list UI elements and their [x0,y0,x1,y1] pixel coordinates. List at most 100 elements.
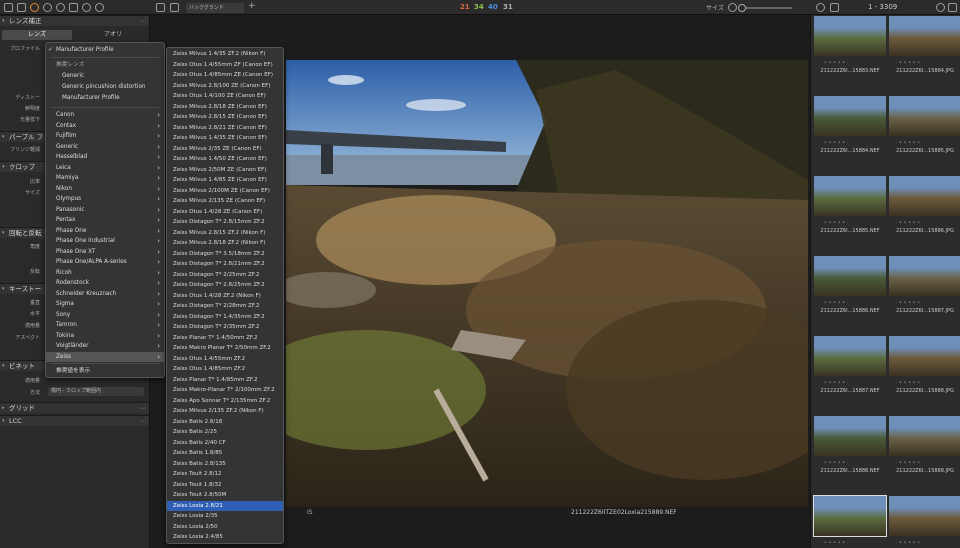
adjust-icon[interactable] [69,3,78,12]
thumbnail[interactable] [814,416,886,456]
lens-item[interactable]: Zeiss Touit 2.8/50M [167,490,283,501]
brand-item[interactable]: Voigtländer [46,341,164,352]
thumbnail[interactable] [889,496,960,536]
brand-item[interactable]: Leica [46,163,164,174]
vignette-method-select[interactable]: 楕円 - クロップ範囲内 [48,387,144,396]
rating-dots[interactable]: • • • • • [899,220,920,226]
lens-item[interactable]: Zeiss Loxia 2.8/21 [167,500,283,511]
search-icon[interactable] [936,3,945,12]
rating-dots[interactable]: • • • • • [899,300,920,306]
brand-item[interactable]: Sigma [46,299,164,310]
tab-lens[interactable]: レンズ [2,30,72,40]
camera-icon[interactable] [17,3,26,12]
rating-dots[interactable]: • • • • • [824,140,845,146]
lens-item[interactable]: Zeiss Milvus 1.4/35 ZF.2 (Nikon F) [167,49,283,60]
lens-item[interactable]: Zeiss Milvus 2.8/18 ZF.2 (Nikon F) [167,238,283,249]
lens-item[interactable]: Zeiss Loxia 2/35 [167,511,283,522]
lens-item[interactable]: Zeiss Otus 1.4/85mm ZF.2 [167,364,283,375]
main-photo[interactable] [286,60,808,507]
lens-item[interactable]: Zeiss Milvus 2/100M ZE (Canon EF) [167,186,283,197]
lens-item[interactable]: Zeiss Milvus 2/35 ZE (Canon EF) [167,144,283,155]
brand-item[interactable]: Panasonic [46,205,164,216]
lcc-header[interactable]: LCC ⋯ [0,415,149,427]
brand-item[interactable]: Schneider Kreuznach [46,289,164,300]
lens-item[interactable]: Zeiss Planar T* 1.4/85mm ZF.2 [167,375,283,386]
thumbnail[interactable] [814,256,886,296]
lens-item[interactable]: Zeiss Milvus 1.4/85 ZE (Canon EF) [167,175,283,186]
lens-item[interactable]: Zeiss Distagon T* 1.4/35mm ZF.2 [167,312,283,323]
rating-dots[interactable]: • • • • • [899,380,920,386]
rating-dots[interactable]: • • • • • [899,460,920,466]
more-icon[interactable]: ⋯ [140,403,146,414]
rating-dots[interactable]: • • • • • [824,380,845,386]
brand-item[interactable]: Pentax [46,215,164,226]
info-icon[interactable] [95,3,104,12]
grid-header[interactable]: グリッド ⋯ [0,402,149,414]
lens-item[interactable]: Zeiss Distagon T* 2.8/15mm ZF.2 [167,217,283,228]
lens-item[interactable]: Zeiss Otus 1.4/100 ZF.2 (Nikon F) [167,543,283,544]
brand-item[interactable]: Canon [46,110,164,121]
preset-select[interactable]: バックグランド [186,3,244,13]
lens-item[interactable]: Zeiss Distagon T* 3.5/18mm ZF.2 [167,249,283,260]
thumbnail[interactable] [889,416,960,456]
rating-dots[interactable]: • • • • • [824,220,845,226]
recommended-item[interactable]: Generic pincushion distortion [46,82,164,93]
sort-icon[interactable] [830,3,839,12]
recommended-item[interactable]: Generic [46,71,164,82]
brand-item[interactable]: Nikon [46,184,164,195]
rating-dots[interactable]: • • • • • [899,60,920,66]
lens-item[interactable]: Zeiss Distagon T* 2.8/21mm ZF.2 [167,259,283,270]
rating-dots[interactable]: • • • • • [824,460,845,466]
search-icon[interactable] [56,3,65,12]
lens-correction-header[interactable]: レンズ補正 ⋯ [0,15,149,27]
thumbnail-size-slider[interactable] [738,4,792,12]
thumbnail[interactable] [813,495,887,537]
count-blue[interactable]: 40 [488,3,498,11]
brand-item[interactable]: Rodenstock [46,278,164,289]
viewer-icon[interactable] [170,3,179,12]
show-recommended-item[interactable]: 推奨値を表示 [46,366,164,377]
lens-item[interactable]: Zeiss Makro-Planar T* 2/100mm ZF.2 [167,385,283,396]
count-green[interactable]: 34 [474,3,484,11]
lens-item[interactable]: Zeiss Distagon T* 2/25mm ZF.2 [167,270,283,281]
lens-item[interactable]: Zeiss Batis 2.8/135 [167,459,283,470]
library-icon[interactable] [4,3,13,12]
thumbnail[interactable] [889,96,960,136]
brand-item[interactable]: Olympus [46,194,164,205]
lens-item[interactable]: Zeiss Distagon T* 2/28mm ZF.2 [167,301,283,312]
lens-item[interactable]: Zeiss Milvus 2/135 ZE (Canon EF) [167,196,283,207]
more-icon[interactable]: ⋯ [140,16,146,27]
brand-item[interactable]: Generic [46,142,164,153]
gear-icon[interactable] [82,3,91,12]
lens-item[interactable]: Zeiss Loxia 2/50 [167,522,283,533]
count-red[interactable]: 21 [460,3,470,11]
lens-item[interactable]: Zeiss Otus 1.4/85mm ZE (Canon EF) [167,70,283,81]
count-gray[interactable]: 31 [503,3,513,11]
lens-item[interactable]: Zeiss Distagon T* 2/35mm ZF.2 [167,322,283,333]
rating-dots[interactable]: • • • • • [824,540,845,546]
brand-item[interactable]: Mamiya [46,173,164,184]
lens-item[interactable]: Zeiss Otus 1.4/28 ZF.2 (Nikon F) [167,291,283,302]
recommended-item[interactable]: Manufacturer Profile [46,93,164,104]
thumbnail[interactable] [889,256,960,296]
brand-item[interactable]: Fujifilm [46,131,164,142]
thumbnail[interactable] [814,16,886,56]
lens-item[interactable]: Zeiss Otus 1.4/100 ZE (Canon EF) [167,91,283,102]
lens-item[interactable]: Zeiss Milvus 1.4/50 ZE (Canon EF) [167,154,283,165]
brand-item[interactable]: Hasselblad [46,152,164,163]
lens-item[interactable]: Zeiss Batis 2.8/18 [167,417,283,428]
brand-item[interactable]: Phase One/ALPA A-series [46,257,164,268]
lens-item[interactable]: Zeiss Otus 1.4/28 ZE (Canon EF) [167,207,283,218]
tab-tilt[interactable]: アオリ [78,30,148,40]
rating-dots[interactable]: • • • • • [899,540,920,546]
lens-item[interactable]: Zeiss Milvus 2.8/21 ZE (Canon EF) [167,123,283,134]
brand-item[interactable]: Ricoh [46,268,164,279]
brand-item[interactable]: Phase One [46,226,164,237]
thumbnail[interactable] [889,336,960,376]
lens-item[interactable]: Zeiss Loxia 2.4/85 [167,532,283,543]
lens-item[interactable]: Zeiss Batis 2/40 CF [167,438,283,449]
search-icon[interactable] [728,3,737,12]
thumbnail[interactable] [889,16,960,56]
thumbnail[interactable] [814,176,886,216]
lens-item[interactable]: Zeiss Otus 1.4/55mm ZF (Canon EF) [167,60,283,71]
